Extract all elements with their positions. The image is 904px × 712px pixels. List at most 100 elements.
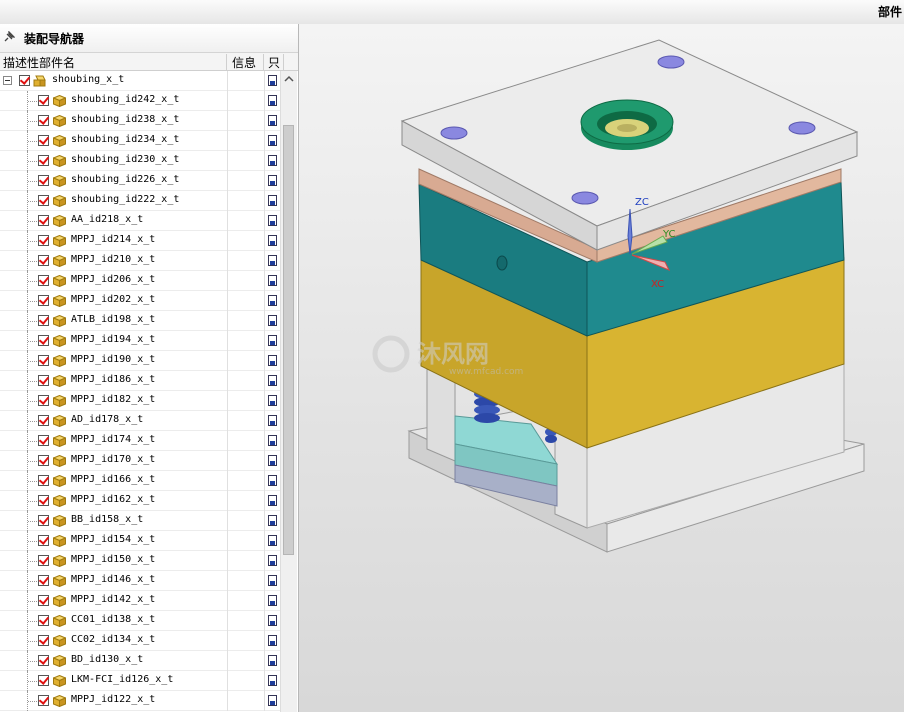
- readonly-icon: [268, 535, 277, 546]
- tree-item-row[interactable]: MPPJ_id214_x_t: [0, 231, 280, 251]
- tree-item-label: MPPJ_id210_x_t: [71, 254, 156, 265]
- tree-item-row[interactable]: MPPJ_id190_x_t: [0, 351, 280, 371]
- column-header-name[interactable]: 描述性部件名: [0, 54, 227, 70]
- tree-item-label: shoubing_id230_x_t: [71, 154, 180, 165]
- visibility-checkbox[interactable]: [38, 475, 49, 486]
- visibility-checkbox[interactable]: [38, 575, 49, 586]
- tree-item-row[interactable]: shoubing_id222_x_t: [0, 191, 280, 211]
- tree-item-row[interactable]: AD_id178_x_t: [0, 411, 280, 431]
- component-icon: [53, 675, 66, 687]
- visibility-checkbox[interactable]: [38, 635, 49, 646]
- navigator-scrollbar[interactable]: [280, 71, 297, 712]
- readonly-icon: [268, 395, 277, 406]
- readonly-icon: [268, 335, 277, 346]
- tree-item-row[interactable]: shoubing_id234_x_t: [0, 131, 280, 151]
- visibility-checkbox[interactable]: [38, 255, 49, 266]
- tree-item-row[interactable]: MPPJ_id150_x_t: [0, 551, 280, 571]
- component-icon: [53, 395, 66, 407]
- tree-root-row[interactable]: shoubing_x_t: [0, 71, 280, 91]
- scroll-up-arrow-icon[interactable]: [281, 71, 297, 87]
- tree-item-row[interactable]: MPPJ_id206_x_t: [0, 271, 280, 291]
- tree-item-row[interactable]: MPPJ_id166_x_t: [0, 471, 280, 491]
- visibility-checkbox[interactable]: [38, 295, 49, 306]
- tree-item-row[interactable]: shoubing_id230_x_t: [0, 151, 280, 171]
- visibility-checkbox[interactable]: [38, 675, 49, 686]
- scrollbar-thumb[interactable]: [283, 125, 294, 555]
- mold-assembly-model[interactable]: ZC YC XC 沐风网 www.mfcad.com: [299, 24, 904, 712]
- visibility-checkbox[interactable]: [38, 395, 49, 406]
- column-header-info[interactable]: 信息: [227, 54, 264, 70]
- readonly-icon: [268, 75, 277, 86]
- tree-item-row[interactable]: MPPJ_id194_x_t: [0, 331, 280, 351]
- tree-item-row[interactable]: AA_id218_x_t: [0, 211, 280, 231]
- readonly-icon: [268, 155, 277, 166]
- visibility-checkbox[interactable]: [38, 155, 49, 166]
- tree-item-row[interactable]: MPPJ_id202_x_t: [0, 291, 280, 311]
- component-icon: [53, 495, 66, 507]
- tree-item-label: MPPJ_id142_x_t: [71, 594, 156, 605]
- visibility-checkbox[interactable]: [38, 275, 49, 286]
- component-icon: [53, 215, 66, 227]
- visibility-checkbox[interactable]: [38, 315, 49, 326]
- visibility-checkbox[interactable]: [38, 435, 49, 446]
- tree-item-row[interactable]: MPPJ_id170_x_t: [0, 451, 280, 471]
- visibility-checkbox[interactable]: [38, 95, 49, 106]
- tree-item-row[interactable]: shoubing_id226_x_t: [0, 171, 280, 191]
- component-icon: [53, 415, 66, 427]
- tree-item-row[interactable]: MPPJ_id162_x_t: [0, 491, 280, 511]
- visibility-checkbox[interactable]: [38, 495, 49, 506]
- tree-item-row[interactable]: CC02_id134_x_t: [0, 631, 280, 651]
- readonly-icon: [268, 95, 277, 106]
- visibility-checkbox[interactable]: [38, 235, 49, 246]
- visibility-checkbox[interactable]: [38, 655, 49, 666]
- tree-item-row[interactable]: MPPJ_id174_x_t: [0, 431, 280, 451]
- tree-item-row[interactable]: shoubing_id238_x_t: [0, 111, 280, 131]
- tree-item-label: MPPJ_id166_x_t: [71, 474, 156, 485]
- tree-item-label: MPPJ_id182_x_t: [71, 394, 156, 405]
- visibility-checkbox[interactable]: [38, 695, 49, 706]
- readonly-icon: [268, 615, 277, 626]
- tree-item-row[interactable]: BB_id158_x_t: [0, 511, 280, 531]
- tree-item-row[interactable]: ATLB_id198_x_t: [0, 311, 280, 331]
- tree-item-row[interactable]: MPPJ_id186_x_t: [0, 371, 280, 391]
- tree-item-row[interactable]: MPPJ_id142_x_t: [0, 591, 280, 611]
- tree-item-row[interactable]: BD_id130_x_t: [0, 651, 280, 671]
- visibility-checkbox[interactable]: [38, 115, 49, 126]
- visibility-checkbox[interactable]: [38, 535, 49, 546]
- visibility-checkbox[interactable]: [38, 615, 49, 626]
- pin-icon[interactable]: [3, 31, 15, 43]
- visibility-checkbox[interactable]: [38, 375, 49, 386]
- visibility-checkbox[interactable]: [38, 455, 49, 466]
- tree-item-row[interactable]: LKM-FCI_id126_x_t: [0, 671, 280, 691]
- tree-item-row[interactable]: MPPJ_id154_x_t: [0, 531, 280, 551]
- tree-item-row[interactable]: CC01_id138_x_t: [0, 611, 280, 631]
- component-icon: [53, 335, 66, 347]
- visibility-checkbox[interactable]: [38, 135, 49, 146]
- component-icon: [53, 155, 66, 167]
- graphics-viewport[interactable]: ZC YC XC 沐风网 www.mfcad.com: [299, 24, 904, 712]
- visibility-checkbox[interactable]: [38, 415, 49, 426]
- tree-item-row[interactable]: MPPJ_id182_x_t: [0, 391, 280, 411]
- visibility-checkbox[interactable]: [38, 595, 49, 606]
- tree-item-row[interactable]: MPPJ_id210_x_t: [0, 251, 280, 271]
- tree-item-row[interactable]: MPPJ_id146_x_t: [0, 571, 280, 591]
- visibility-checkbox[interactable]: [38, 555, 49, 566]
- component-icon: [53, 95, 66, 107]
- visibility-checkbox[interactable]: [38, 355, 49, 366]
- tree-item-label: MPPJ_id214_x_t: [71, 234, 156, 245]
- collapse-toggle-icon[interactable]: [3, 76, 12, 85]
- readonly-icon: [268, 355, 277, 366]
- support-rail-left: [426, 368, 456, 462]
- visibility-checkbox[interactable]: [38, 335, 49, 346]
- visibility-checkbox[interactable]: [38, 175, 49, 186]
- tree-item-row[interactable]: MPPJ_id122_x_t: [0, 691, 280, 711]
- readonly-icon: [268, 415, 277, 426]
- readonly-icon: [268, 675, 277, 686]
- visibility-checkbox[interactable]: [19, 75, 30, 86]
- visibility-checkbox[interactable]: [38, 515, 49, 526]
- visibility-checkbox[interactable]: [38, 195, 49, 206]
- readonly-icon: [268, 195, 277, 206]
- visibility-checkbox[interactable]: [38, 215, 49, 226]
- column-header-readonly[interactable]: 只: [264, 54, 284, 70]
- tree-item-row[interactable]: shoubing_id242_x_t: [0, 91, 280, 111]
